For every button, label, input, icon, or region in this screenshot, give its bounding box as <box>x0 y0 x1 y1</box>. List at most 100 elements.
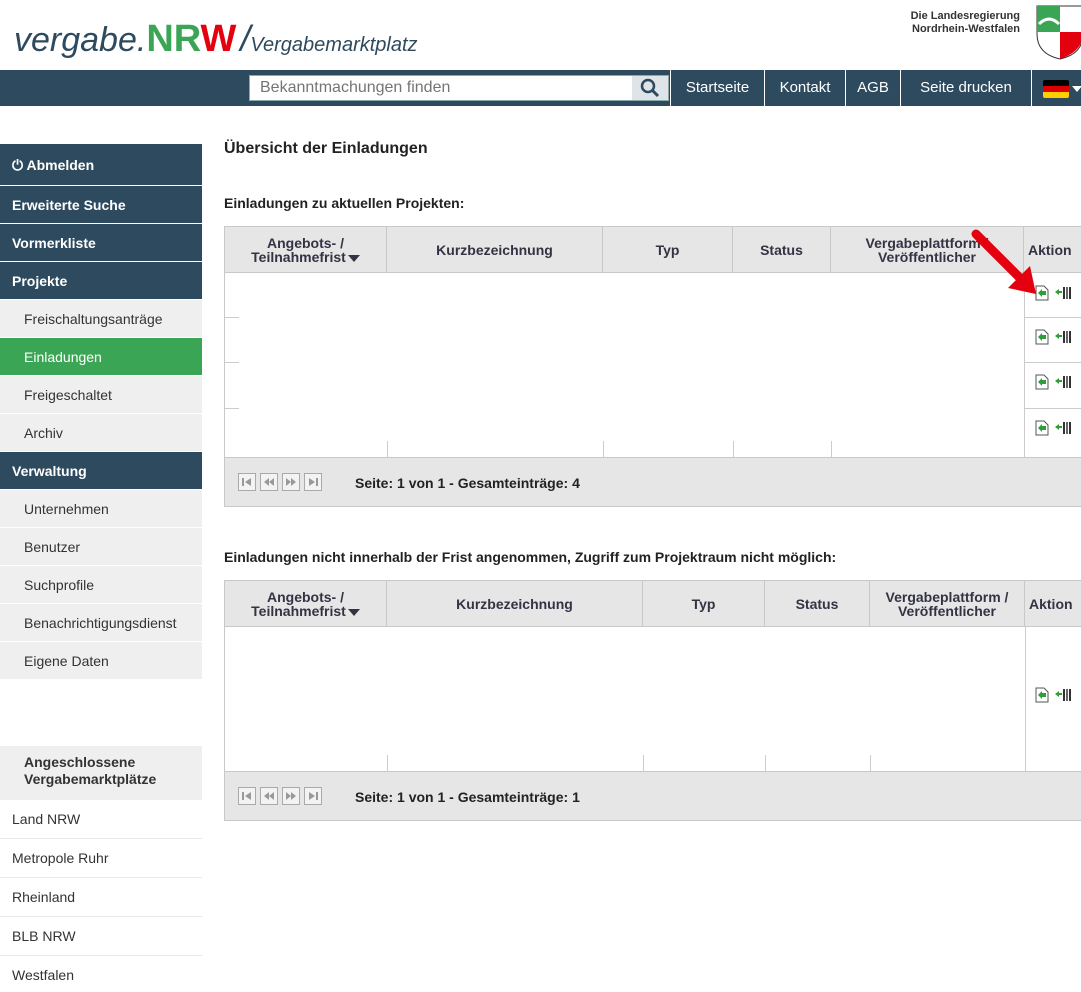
sidebar-item-eigene-daten[interactable]: Eigene Daten <box>0 642 202 680</box>
table-body <box>225 627 1081 771</box>
first-page-button[interactable] <box>238 473 256 491</box>
logo-vergabe: vergabe. <box>14 21 147 59</box>
search-input[interactable] <box>250 76 630 100</box>
nav-kontakt[interactable]: Kontakt <box>764 70 845 106</box>
marketplace-land-nrw[interactable]: Land NRW <box>0 800 202 839</box>
table-header: Angebots- / Teilnahmefrist Kurzbezeichnun… <box>225 227 1081 273</box>
pager-buttons <box>238 473 322 491</box>
sidebar-item-suchprofile[interactable]: Suchprofile <box>0 566 202 604</box>
sidebar-advanced-search[interactable]: Erweiterte Suche <box>0 186 202 224</box>
col-name[interactable]: Kurzbezeichnung <box>387 581 643 627</box>
col-action: Aktion <box>1029 596 1073 612</box>
sidebar-item-einladungen[interactable]: Einladungen <box>0 338 202 376</box>
col-deadline[interactable]: Angebots- / Teilnahmefrist <box>225 581 387 627</box>
first-page-icon <box>242 792 251 800</box>
site-logo[interactable]: vergabe.NRW/Vergabemarktplatz <box>14 18 418 61</box>
col-type[interactable]: Typ <box>643 581 765 627</box>
sidebar-item-benutzer[interactable]: Benutzer <box>0 528 202 566</box>
col-deadline[interactable]: Angebots- / Teilnahmefrist <box>225 227 387 273</box>
accept-invitation-icon[interactable] <box>1033 686 1051 704</box>
first-page-button[interactable] <box>238 787 256 805</box>
pager-info: Seite: 1 von 1 - Gesamteinträge: 1 <box>355 789 580 805</box>
top-navbar: Startseite Kontakt AGB Seite drucken <box>0 70 1081 106</box>
table-pager: Seite: 1 von 1 - Gesamteinträge: 1 <box>225 771 1081 820</box>
logo-nrw: NR <box>146 18 201 60</box>
col-divider <box>765 755 766 771</box>
gov-line1: Die Landesregierung <box>910 10 1020 22</box>
nav-agb[interactable]: AGB <box>845 70 900 106</box>
sidebar-item-unternehmen[interactable]: Unternehmen <box>0 490 202 528</box>
connected-marketplaces: Angeschlossene Vergabemarktplätze Land N… <box>0 746 202 992</box>
sidebar: ⏻ Abmelden Erweiterte Suche Vormerkliste… <box>0 144 202 680</box>
search-box <box>249 75 669 101</box>
nav-startseite[interactable]: Startseite <box>670 70 764 106</box>
expired-invitations-table: Angebots- / Teilnahmefrist Kurzbezeichnun… <box>224 580 1081 821</box>
col-divider <box>733 441 734 457</box>
last-page-button[interactable] <box>304 787 322 805</box>
download-documents-icon[interactable] <box>1054 419 1072 437</box>
marketplace-metropole-ruhr[interactable]: Metropole Ruhr <box>0 839 202 878</box>
col-divider <box>387 441 388 457</box>
col-type[interactable]: Typ <box>603 227 733 273</box>
red-arrow-annotation-icon <box>971 229 1036 294</box>
prev-page-button[interactable] <box>260 473 278 491</box>
col-platform-line2: Veröffentlicher <box>877 249 976 265</box>
marketplace-westfalen[interactable]: Westfalen <box>0 956 202 992</box>
col-deadline-line2: Teilnahmefrist <box>251 249 346 265</box>
row-actions <box>1033 414 1081 442</box>
col-divider <box>387 755 388 771</box>
next-page-icon <box>286 478 296 486</box>
nrw-crest-icon <box>1036 5 1081 60</box>
accept-invitation-icon[interactable] <box>1033 328 1051 346</box>
download-documents-icon[interactable] <box>1054 686 1072 704</box>
last-page-button[interactable] <box>304 473 322 491</box>
sidebar-projects[interactable]: Projekte <box>0 262 202 300</box>
next-page-button[interactable] <box>282 787 300 805</box>
power-icon: ⏻ <box>12 157 24 173</box>
pager-info: Seite: 1 von 1 - Gesamteinträge: 4 <box>355 475 580 491</box>
sort-desc-icon <box>347 254 360 262</box>
col-status[interactable]: Status <box>733 227 831 273</box>
search-button[interactable] <box>632 76 668 100</box>
prev-page-button[interactable] <box>260 787 278 805</box>
sidebar-watchlist[interactable]: Vormerkliste <box>0 224 202 262</box>
last-page-icon <box>309 478 318 486</box>
col-status[interactable]: Status <box>765 581 870 627</box>
section-expired-title: Einladungen nicht innerhalb der Frist an… <box>224 549 837 565</box>
sidebar-logout-label: Abmelden <box>26 157 95 173</box>
accept-invitation-icon[interactable] <box>1033 373 1051 391</box>
col-platform[interactable]: Vergabeplattform / Veröffentlicher <box>870 581 1025 627</box>
sidebar-item-freigeschaltet[interactable]: Freigeschaltet <box>0 376 202 414</box>
marketplace-blb-nrw[interactable]: BLB NRW <box>0 917 202 956</box>
logo-w: W <box>200 18 237 60</box>
col-deadline-line2: Teilnahmefrist <box>251 603 346 619</box>
row-divider <box>225 317 239 318</box>
sort-desc-icon <box>347 608 360 616</box>
first-page-icon <box>242 478 251 486</box>
search-icon <box>640 78 660 98</box>
accept-invitation-icon[interactable] <box>1033 419 1051 437</box>
col-divider <box>870 755 871 771</box>
sidebar-item-freischaltungsantraege[interactable]: Freischaltungsanträge <box>0 300 202 338</box>
download-documents-icon[interactable] <box>1054 328 1072 346</box>
col-divider <box>1025 627 1026 771</box>
download-documents-icon[interactable] <box>1054 373 1072 391</box>
row-actions <box>1033 323 1081 351</box>
sidebar-logout[interactable]: ⏻ Abmelden <box>0 144 202 186</box>
prev-page-icon <box>264 478 274 486</box>
next-page-button[interactable] <box>282 473 300 491</box>
table-body <box>225 273 1081 457</box>
row-actions <box>1033 368 1081 396</box>
marketplace-rheinland[interactable]: Rheinland <box>0 878 202 917</box>
sidebar-admin[interactable]: Verwaltung <box>0 452 202 490</box>
row-divider <box>1024 408 1081 409</box>
col-name[interactable]: Kurzbezeichnung <box>387 227 603 273</box>
sidebar-item-benachrichtigungsdienst[interactable]: Benachrichtigungsdienst <box>0 604 202 642</box>
download-documents-icon[interactable] <box>1054 284 1072 302</box>
language-flag-icon[interactable] <box>1043 80 1069 98</box>
nav-seite-drucken[interactable]: Seite drucken <box>900 70 1032 106</box>
logo-subtitle: Vergabemarktplatz <box>250 34 418 56</box>
sidebar-item-archiv[interactable]: Archiv <box>0 414 202 452</box>
row-divider <box>1024 362 1081 363</box>
chevron-down-icon[interactable] <box>1072 86 1081 92</box>
